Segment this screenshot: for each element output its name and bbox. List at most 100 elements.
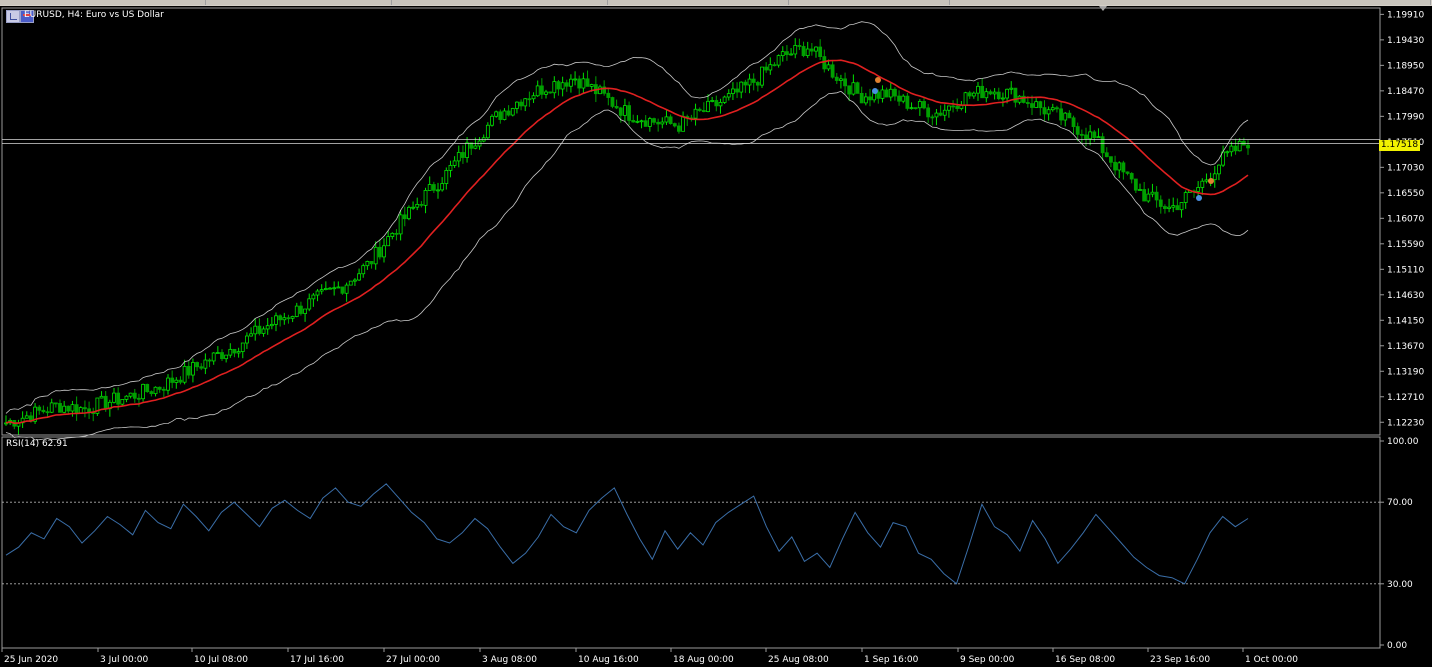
candle-body — [112, 392, 116, 403]
candle-body — [868, 96, 872, 101]
current-price-tag: 1.17518 — [1379, 140, 1420, 151]
candle-body — [1046, 109, 1051, 115]
candle-body — [510, 108, 515, 116]
candle-body — [166, 377, 170, 391]
candle-body — [161, 388, 166, 391]
date-axis-label: 10 Jul 08:00 — [194, 655, 248, 665]
candle-body — [83, 407, 87, 410]
candle-body — [444, 170, 449, 184]
candle-body — [776, 55, 781, 66]
candle-body — [560, 82, 565, 90]
price-axis-label: 1.14630 — [1387, 291, 1424, 301]
candle-body — [722, 96, 727, 103]
bollinger-upper — [5, 21, 1249, 414]
candle-body — [1009, 87, 1014, 90]
candle-body — [232, 348, 237, 354]
candle-body — [639, 120, 644, 123]
candle-body — [797, 45, 802, 47]
date-axis-label: 10 Aug 16:00 — [578, 655, 639, 665]
price-axis-label: 1.19910 — [1387, 10, 1424, 20]
candle-body — [269, 323, 274, 327]
candle-body — [747, 78, 752, 86]
candle-body — [1063, 112, 1068, 121]
price-axis-label: 1.17030 — [1387, 163, 1424, 173]
candle-body — [294, 305, 299, 317]
chart-canvas[interactable]: 1.19910 1.19430 1.18950 1.18470 1.17990 1.175… — [0, 0, 1432, 667]
candle-body — [1109, 156, 1113, 163]
candle-body — [743, 81, 748, 86]
candle-body — [411, 206, 415, 209]
candle-body — [535, 85, 540, 97]
candle-body — [1146, 193, 1151, 202]
candle-body — [544, 91, 548, 95]
candle-body — [1163, 206, 1167, 209]
candle-body — [863, 96, 868, 104]
candle-body — [240, 342, 245, 352]
chart-properties-icon[interactable] — [6, 10, 20, 23]
candle-body — [361, 265, 366, 275]
candle-body — [286, 317, 291, 320]
candle-body — [988, 91, 993, 95]
candle-body — [980, 85, 985, 99]
candle-body — [789, 53, 793, 56]
candle-body — [785, 51, 789, 55]
candle-body — [348, 280, 353, 286]
candle-body — [847, 85, 852, 95]
candle-body — [1084, 134, 1088, 140]
candle-body — [677, 125, 681, 132]
candle-body — [606, 92, 611, 98]
candle-body — [768, 64, 773, 71]
candle-body — [45, 411, 50, 414]
candle-body — [120, 399, 125, 405]
candle-body — [585, 78, 590, 87]
candle-body — [199, 366, 204, 369]
candle-body — [1125, 171, 1130, 174]
candle-body — [519, 101, 523, 107]
candle-body — [257, 325, 262, 334]
candle-body — [319, 289, 324, 292]
candle-body — [1142, 189, 1147, 202]
date-axis-label: 16 Sep 08:00 — [1055, 655, 1115, 665]
candle-body — [141, 383, 145, 400]
candle-body — [290, 316, 295, 319]
candle-body — [1183, 192, 1188, 203]
candle-body — [1200, 180, 1205, 188]
candle-body — [569, 78, 573, 87]
candle-body — [49, 402, 54, 413]
candle-body — [618, 107, 623, 116]
candle-body — [751, 78, 756, 83]
candle-body — [1088, 131, 1093, 140]
candle-body — [1067, 112, 1072, 119]
candle-body — [967, 92, 972, 97]
candle-body — [681, 116, 685, 132]
candle-body — [178, 379, 183, 383]
candle-body — [386, 236, 391, 247]
candle-body — [963, 92, 968, 106]
date-axis-label: 1 Sep 16:00 — [864, 655, 919, 665]
chart-window[interactable]: 1.19910 1.19430 1.18950 1.18470 1.17990 1.175… — [0, 0, 1432, 667]
candle-body — [834, 76, 839, 81]
candle-body — [1246, 144, 1250, 149]
buy-marker-icon — [872, 88, 878, 94]
candle-body — [195, 362, 199, 368]
candle-body — [905, 95, 910, 109]
rsi-label: RSI(14) 62.91 — [6, 439, 68, 449]
candle-body — [224, 354, 229, 360]
candle-body — [353, 279, 357, 282]
candle-body — [465, 142, 469, 158]
candle-body — [556, 81, 561, 90]
candle-body — [635, 120, 640, 123]
candle-body — [116, 392, 121, 405]
candle-body — [62, 405, 67, 413]
candle-body — [805, 48, 810, 57]
candle-body — [826, 64, 831, 70]
candle-body — [577, 78, 582, 89]
candle-body — [1034, 101, 1039, 108]
candle-body — [236, 351, 241, 354]
candle-body — [1196, 187, 1201, 192]
price-axis-label: 1.17990 — [1387, 112, 1424, 122]
candle-body — [245, 335, 249, 344]
rsi-axis-label: 70.00 — [1387, 498, 1413, 508]
candle-body — [220, 352, 224, 360]
price-axis-label: 1.18470 — [1387, 87, 1424, 97]
